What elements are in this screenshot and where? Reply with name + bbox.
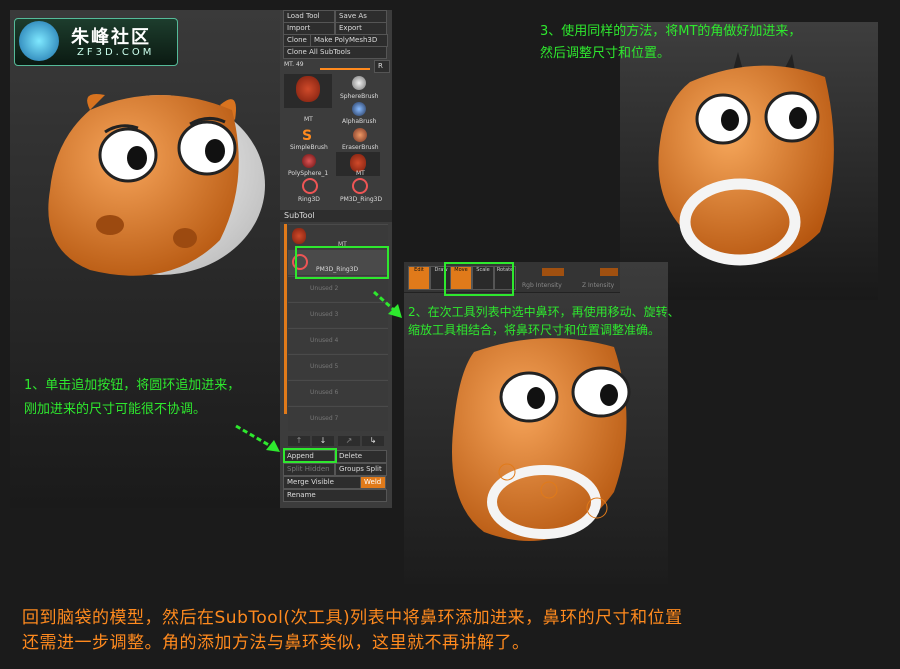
rgb-intensity-label: Rgb Intensity [522,282,562,289]
z-slider[interactable] [600,268,618,276]
tool-label-eraserbrush: EraserBrush [342,144,379,151]
annotation-step1-line2: 刚加进来的尺寸可能很不协调。 [24,402,207,417]
move-up-icon[interactable]: ↑ [288,436,310,446]
rgb-slider[interactable] [542,268,564,276]
subtool-label: Unused 7 [310,415,339,422]
annotation-step2-line1: 2、在次工具列表中选中鼻环，再使用移动、旋转、 [408,305,680,319]
edit-label: Edit [414,267,424,273]
tool-label-pm3d-ring3d: PM3D_Ring3D [340,196,383,203]
eraser-brush-icon [353,128,367,142]
caption-line2: 还需进一步调整。角的添加方法与鼻环类似，这里就不再讲解了。 [22,633,530,653]
subtool-item-unused-6[interactable]: Unused 6 [288,380,388,405]
tool-name-label: MT. 49 [284,61,304,68]
subtool-label: Unused 6 [310,389,339,396]
tool-label-mt-2: MT [356,170,365,177]
subtool-item-unused-7[interactable]: Unused 7 [288,406,388,431]
arrow-icon[interactable]: ↗ [338,436,360,446]
highlight-ring-subtool [295,246,389,279]
tool-label-ring3d: Ring3D [298,196,320,203]
polysphere-icon [302,154,316,168]
logo-site: ZF3D.COM [77,47,155,58]
pm3d-ring3d-icon [352,178,368,194]
merge-visible-button[interactable]: Merge Visible [283,476,361,489]
annotation-step3-line2: 然后调整尺寸和位置。 [540,46,671,61]
tool-label-alphabrush: AlphaBrush [342,118,377,125]
ring3d-icon [302,178,318,194]
subtool-scrollbar[interactable] [284,224,287,414]
subtool-item-unused-5[interactable]: Unused 5 [288,354,388,379]
r-button[interactable]: R [374,60,390,73]
subtool-title: SubTool [284,211,315,220]
tool-thumb-mt[interactable] [284,74,332,108]
delete-button[interactable]: Delete [335,450,387,463]
highlight-append [283,448,337,463]
rename-button[interactable]: Rename [283,489,387,502]
subtool-label: Unused 4 [310,337,339,344]
annotation-step1-line1: 1、单击追加按钮，将圆环追加进来， [24,378,241,393]
tool-label-simplebrush: SimpleBrush [290,144,328,151]
subtool-label: Unused 3 [310,311,339,318]
move-down-icon[interactable]: ↓ [312,436,334,446]
arrow-to-toolbar-icon [372,290,402,318]
alpha-brush-icon [352,102,366,116]
annotation-step2-line2: 缩放工具相结合，将鼻环尺寸和位置调整准确。 [408,323,661,337]
tool-slider[interactable] [320,68,370,70]
edit-button[interactable]: Edit [408,266,430,290]
caption-line1: 回到脑袋的模型，然后在SubTool(次工具)列表中将鼻环添加进来，鼻环的尺寸和… [22,608,683,628]
logo-title: 朱峰社区 [71,27,151,48]
arrow-to-append-icon [235,424,280,452]
simple-brush-icon: S [302,128,313,144]
arrow-down-right-icon[interactable]: ↳ [362,436,384,446]
sphere-brush-icon [352,76,366,90]
split-hidden-button[interactable]: Split Hidden [283,463,335,476]
tool-label-polysphere: PolySphere_1 [288,170,329,177]
subtool-head-icon [292,228,306,244]
tool-label-mt: MT [304,116,313,123]
subtool-header[interactable]: SubTool [280,210,392,222]
subtool-label: Unused 2 [310,285,339,292]
weld-button[interactable]: Weld [360,476,386,489]
subtool-item-unused-4[interactable]: Unused 4 [288,328,388,353]
tool-label-spherebrush: SphereBrush [340,93,379,100]
logo-emblem-icon [19,21,59,61]
subtool-label: Unused 5 [310,363,339,370]
logo: 朱峰社区 ZF3D.COM [14,18,178,66]
z-intensity-label: Z Intensity [582,282,615,289]
clone-all-subtools-button[interactable]: Clone All SubTools [283,46,387,59]
highlight-transform-tools [444,262,514,296]
tool-head-icon [296,76,320,102]
groups-split-button[interactable]: Groups Split [335,463,387,476]
annotation-step3-line1: 3、使用同样的方法，将MT的角做好加进来， [540,24,802,39]
